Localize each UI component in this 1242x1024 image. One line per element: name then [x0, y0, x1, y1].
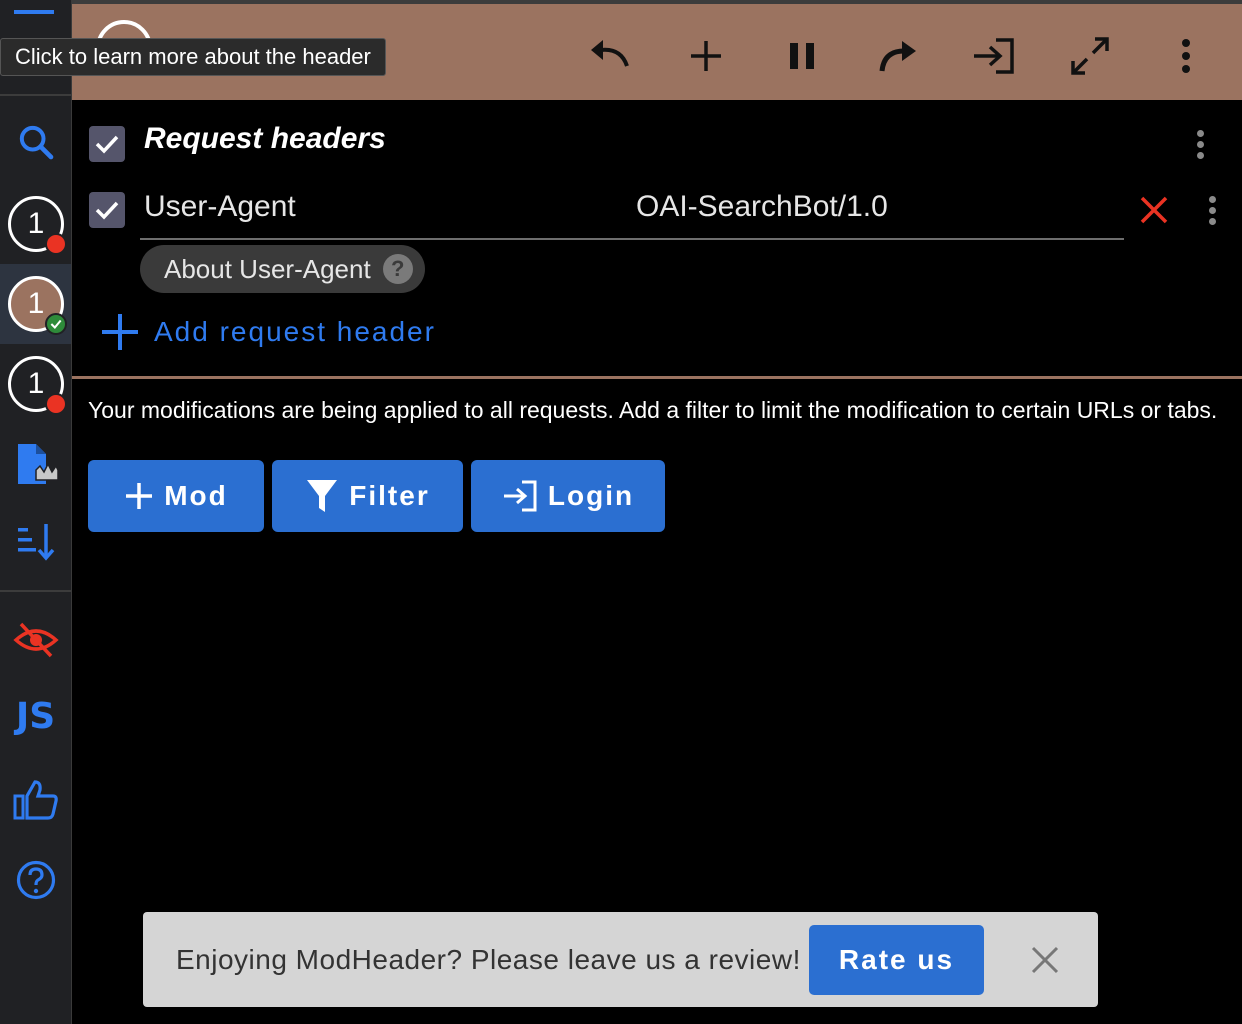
header-value-input[interactable]: OAI-SearchBot/1.0: [636, 190, 888, 224]
js-icon[interactable]: JS: [0, 692, 71, 740]
group-enable-checkbox[interactable]: [89, 126, 125, 162]
sort-icon[interactable]: [0, 518, 71, 566]
group-more-icon[interactable]: [1188, 124, 1212, 164]
filter-label: Filter: [349, 480, 430, 511]
thumbs-up-icon[interactable]: [0, 776, 71, 824]
add-filter-button[interactable]: Filter: [272, 460, 463, 532]
undo-icon[interactable]: [584, 30, 636, 82]
profile-badge-1[interactable]: 1: [8, 196, 67, 255]
redo-icon[interactable]: [872, 30, 924, 82]
login-button[interactable]: Login: [471, 460, 665, 532]
error-status-icon: [45, 233, 67, 255]
profile-label: 1: [27, 367, 45, 400]
login-icon: [503, 480, 537, 512]
js-label: JS: [15, 695, 56, 737]
check-status-icon: [45, 313, 67, 335]
add-mod-button[interactable]: Mod: [88, 460, 264, 532]
pause-icon[interactable]: [776, 30, 828, 82]
menu-icon[interactable]: [0, 0, 71, 40]
header-more-icon[interactable]: [1200, 190, 1224, 230]
sidebar-divider: [0, 94, 71, 96]
group-title: Request headers: [144, 122, 386, 155]
expand-icon[interactable]: [1064, 30, 1116, 82]
profile-badge-2[interactable]: 1: [8, 276, 67, 335]
filter-icon: [307, 480, 338, 512]
profile-label: 1: [27, 287, 45, 320]
rate-us-button[interactable]: Rate us: [809, 925, 984, 995]
eye-off-icon[interactable]: [0, 616, 71, 664]
add-icon[interactable]: [680, 30, 732, 82]
section-divider: [72, 376, 1242, 379]
add-header-label: Add request header: [154, 316, 436, 347]
question-icon: ?: [382, 254, 413, 284]
delete-header-icon[interactable]: [1136, 192, 1172, 228]
file-crown-icon[interactable]: [0, 438, 71, 494]
review-snackbar: Enjoying ModHeader? Please leave us a re…: [143, 912, 1098, 1007]
login-icon[interactable]: [968, 30, 1020, 82]
login-label: Login: [547, 480, 635, 511]
header-enable-checkbox[interactable]: [89, 192, 125, 228]
profile-badge-3[interactable]: 1: [8, 356, 67, 415]
plus-icon: [126, 483, 153, 509]
about-chip-label: About User-Agent: [164, 253, 371, 284]
header-tooltip: Click to learn more about the header: [0, 38, 386, 76]
help-icon[interactable]: [0, 856, 71, 904]
search-icon[interactable]: [0, 118, 71, 166]
snackbar-message: Enjoying ModHeader? Please leave us a re…: [176, 944, 801, 975]
add-request-header-button[interactable]: Add request header: [100, 310, 436, 354]
profile-label: 1: [27, 207, 45, 240]
info-message: Your modifications are being applied to …: [88, 397, 1218, 423]
plus-icon: [102, 314, 138, 350]
row-underline: [140, 238, 1124, 240]
more-vert-icon[interactable]: [1160, 30, 1212, 82]
error-status-icon: [45, 393, 67, 415]
sidebar-divider: [0, 590, 71, 592]
header-name-input[interactable]: User-Agent: [144, 190, 296, 224]
sidebar: 1 1 1 JS: [0, 0, 72, 1024]
about-header-chip[interactable]: About User-Agent ?: [140, 245, 425, 293]
mod-label: Mod: [164, 480, 228, 511]
close-icon[interactable]: [1027, 942, 1063, 978]
